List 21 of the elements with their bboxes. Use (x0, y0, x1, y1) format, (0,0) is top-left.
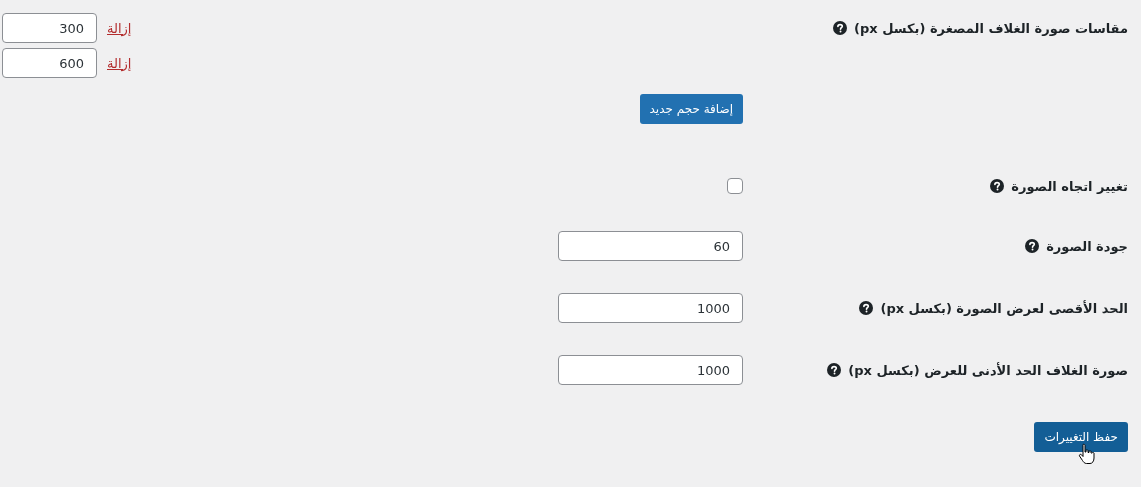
field-label: مقاسات صورة الغلاف المصغرة (بكسل px) (854, 20, 1128, 36)
field-label: جودة الصورة (1046, 238, 1128, 254)
pointer-cursor-icon (1078, 443, 1096, 465)
help-icon[interactable] (859, 301, 874, 315)
size-input[interactable]: 600 (2, 48, 97, 78)
number-input[interactable]: 60 (558, 231, 743, 261)
number-input[interactable]: 1000 (558, 355, 743, 385)
help-icon[interactable] (1025, 239, 1040, 253)
field-label: صورة الغلاف الحد الأدنى للعرض (بكسل px) (848, 362, 1128, 378)
help-icon[interactable] (827, 363, 842, 377)
number-input[interactable]: 1000 (558, 293, 743, 323)
help-icon[interactable] (833, 21, 847, 35)
save-button[interactable]: حفظ التغييرات (1034, 422, 1128, 452)
field-label: الحد الأقصى لعرض الصورة (بكسل px) (880, 300, 1128, 316)
field-label: تغيير اتجاه الصورة (1011, 178, 1128, 194)
help-icon[interactable] (990, 179, 1005, 193)
remove-link[interactable]: إزالة (107, 20, 132, 36)
checkbox[interactable] (727, 178, 743, 194)
size-input[interactable]: 300 (2, 13, 97, 43)
remove-link[interactable]: إزالة (107, 55, 132, 71)
add-size-button[interactable]: إضافة حجم جديد (639, 94, 743, 124)
